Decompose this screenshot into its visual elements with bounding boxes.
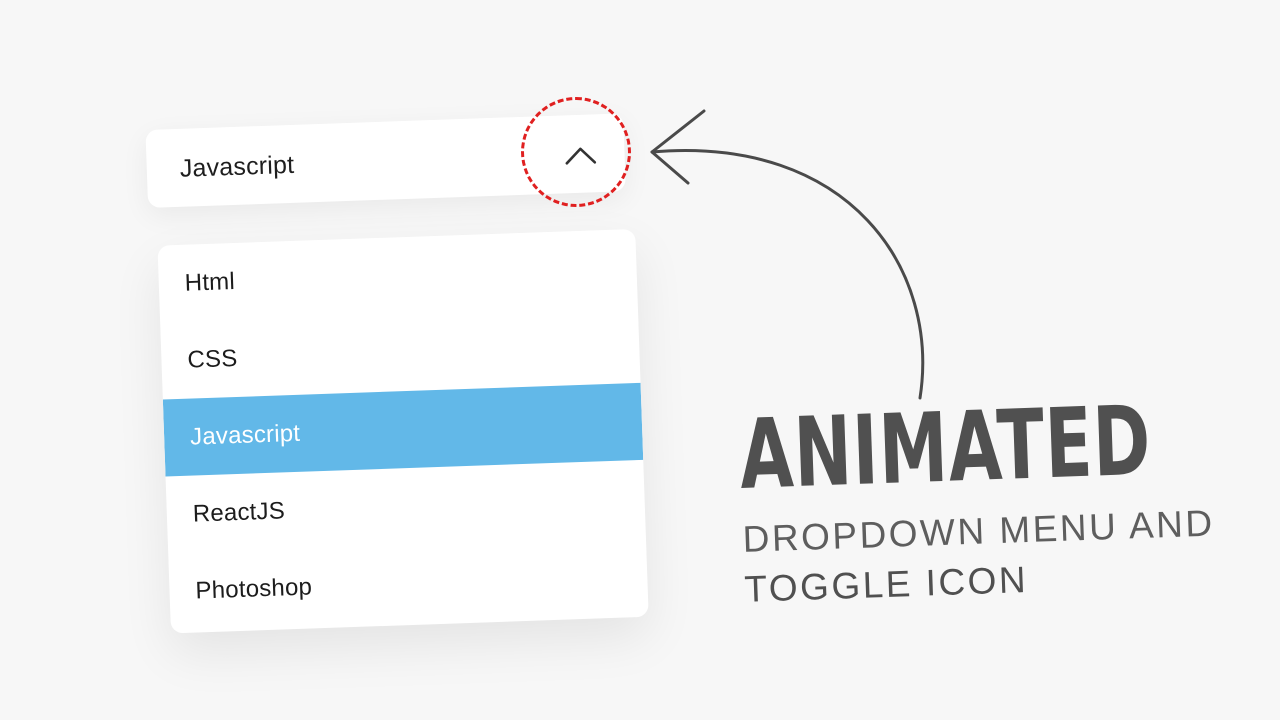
menu-item-label: Html (184, 267, 236, 297)
menu-item-label: ReactJS (192, 496, 286, 528)
menu-item-label: Javascript (189, 419, 301, 451)
hand-drawn-arrow-icon (650, 109, 925, 400)
thumbnail-canvas: Javascript Html CSS Javascript ReactJS P… (0, 0, 1280, 720)
menu-item-label: Photoshop (195, 572, 313, 605)
title-block: ANIMATED DROPDOWN MENU AND TOGGLE ICON (737, 384, 1265, 611)
title-subline-2: TOGGLE ICON (743, 558, 1029, 610)
title-subline-1: DROPDOWN MENU AND (741, 502, 1216, 560)
dropdown-menu: Html CSS Javascript ReactJS Photoshop (157, 228, 649, 634)
menu-item-label: CSS (186, 344, 238, 374)
dashed-highlight-circle (521, 97, 631, 207)
selected-value-label: Javascript (179, 150, 295, 183)
menu-item-photoshop[interactable]: Photoshop (168, 537, 648, 631)
title-main: ANIMATED (737, 384, 1153, 511)
